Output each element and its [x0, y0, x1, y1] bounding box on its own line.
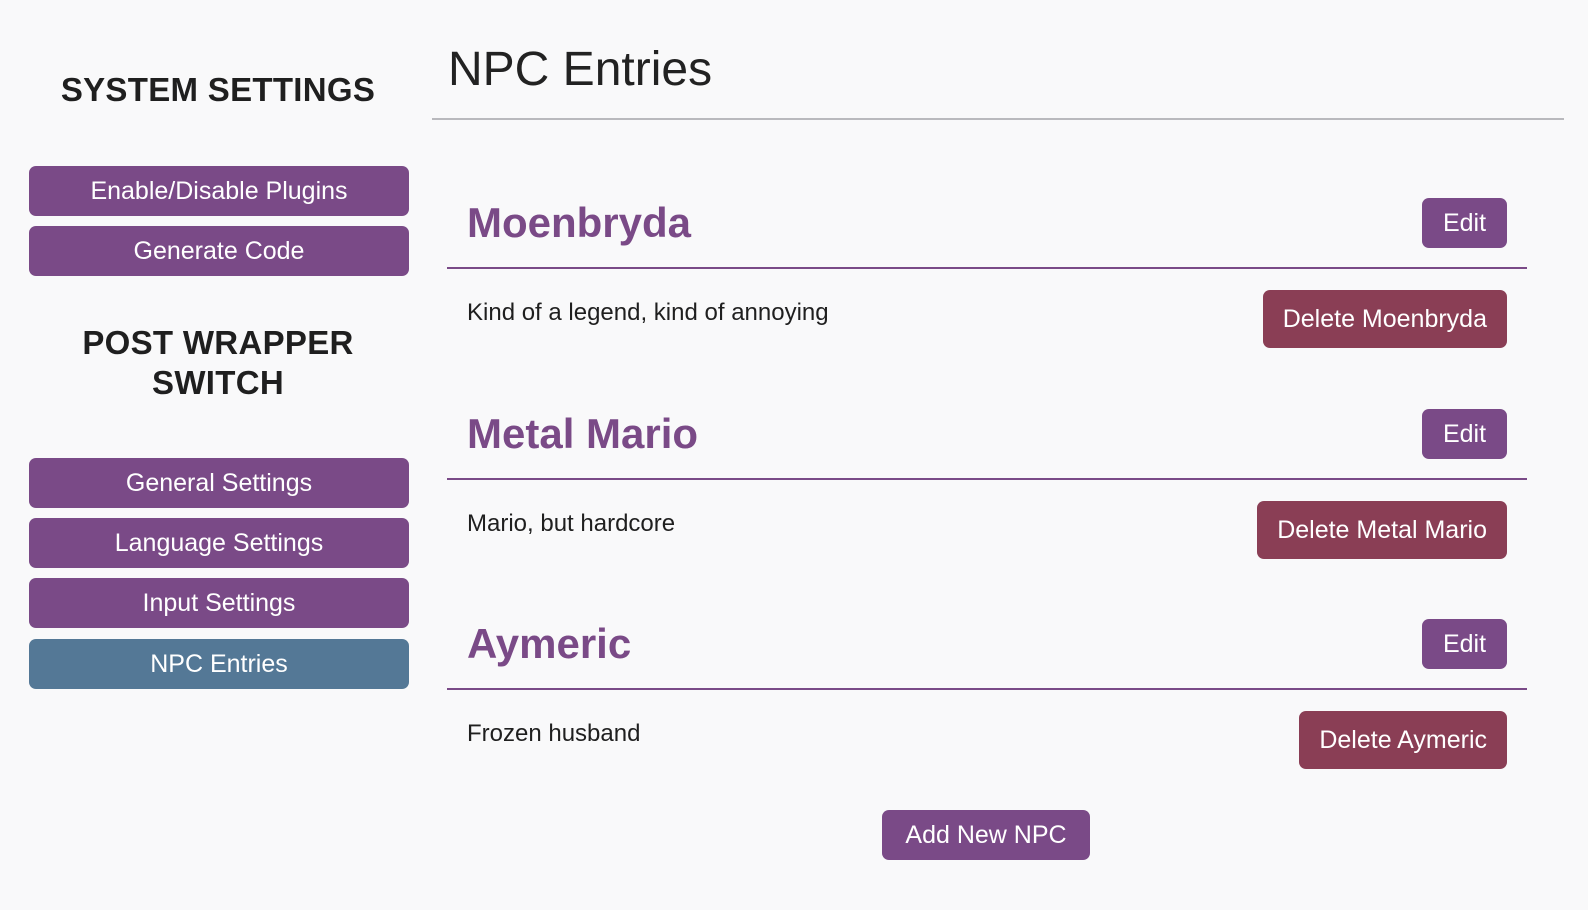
enable-disable-plugins-button[interactable]: Enable/Disable Plugins — [29, 166, 409, 216]
npc-divider — [447, 478, 1527, 480]
npc-entries-button[interactable]: NPC Entries — [29, 639, 409, 689]
general-settings-button[interactable]: General Settings — [29, 458, 409, 508]
npc-name: Metal Mario — [467, 410, 699, 457]
language-settings-button[interactable]: Language Settings — [29, 518, 409, 568]
post-wrapper-switch-heading: POST WRAPPER SWITCH — [18, 323, 418, 403]
npc-divider — [447, 688, 1527, 690]
npc-description: Mario, but hardcore — [467, 510, 676, 537]
delete-npc-button[interactable]: Delete Moenbryda — [1262, 290, 1507, 348]
sidebar: SYSTEM SETTINGS Enable/Disable Plugins G… — [0, 0, 436, 910]
delete-npc-button[interactable]: Delete Aymeric — [1299, 711, 1507, 769]
npc-name: Moenbryda — [467, 199, 692, 246]
npc-card: Metal Mario Edit Mario, but hardcore Del… — [447, 409, 1527, 589]
add-new-npc-button[interactable]: Add New NPC — [882, 810, 1090, 860]
edit-button[interactable]: Edit — [1422, 619, 1507, 669]
npc-description: Kind of a legend, kind of annoying — [467, 299, 829, 326]
post-wrapper-switch-heading-line2: SWITCH — [152, 364, 284, 401]
edit-button[interactable]: Edit — [1422, 198, 1507, 248]
npc-divider — [447, 267, 1527, 269]
npc-name: Aymeric — [467, 620, 632, 667]
npc-card: Aymeric Edit Frozen husband Delete Aymer… — [447, 619, 1527, 799]
delete-npc-button[interactable]: Delete Metal Mario — [1257, 501, 1507, 559]
generate-code-button[interactable]: Generate Code — [29, 226, 409, 276]
main-content: NPC Entries Moenbryda Edit Kind of a leg… — [432, 0, 1564, 910]
input-settings-button[interactable]: Input Settings — [29, 578, 409, 628]
system-settings-heading: SYSTEM SETTINGS — [60, 71, 376, 108]
npc-description: Frozen husband — [467, 720, 641, 747]
page-title: NPC Entries — [448, 43, 713, 96]
post-wrapper-switch-heading-line1: POST WRAPPER — [82, 324, 354, 361]
edit-button[interactable]: Edit — [1422, 409, 1507, 459]
npc-card: Moenbryda Edit Kind of a legend, kind of… — [447, 198, 1527, 378]
title-divider — [432, 118, 1564, 120]
